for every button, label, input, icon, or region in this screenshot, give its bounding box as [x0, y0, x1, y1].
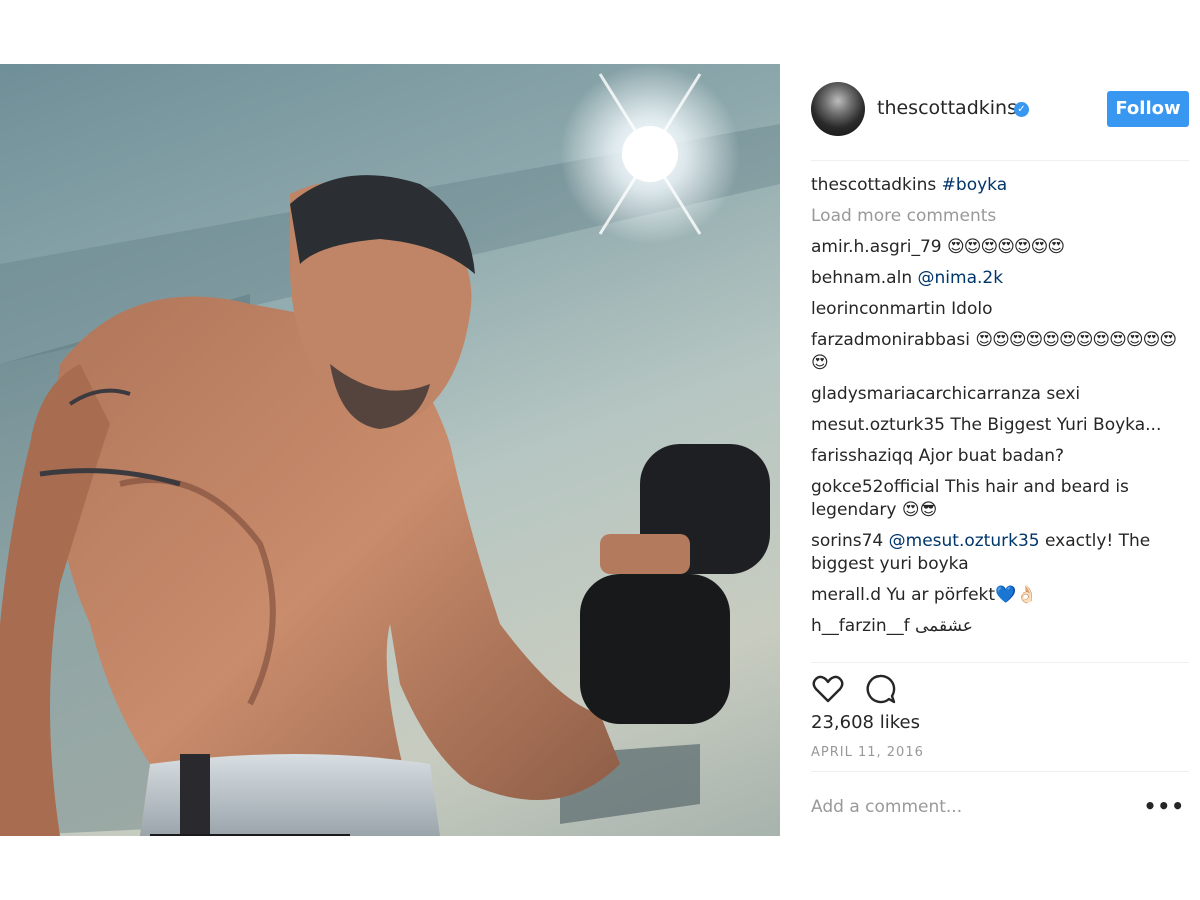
comment-username[interactable]: gokce52official — [811, 477, 940, 497]
comment-username[interactable]: amir.h.asgri_79 — [811, 237, 942, 257]
post-side-panel: thescottadkins ✓ Follow thescottadkins #… — [811, 64, 1189, 836]
more-options-icon[interactable]: ••• — [1144, 794, 1185, 818]
follow-button[interactable]: Follow — [1107, 91, 1189, 127]
comment-text: عشقمی — [914, 616, 973, 636]
post-image[interactable] — [0, 64, 780, 836]
list-item: mesut.ozturk35 The Biggest Yuri Boyka... — [811, 414, 1181, 437]
list-item: sorins74 @mesut.ozturk35 exactly! The bi… — [811, 530, 1181, 576]
comment-text: Idolo — [951, 299, 993, 319]
add-comment-input[interactable] — [811, 795, 1151, 819]
list-item: h__farzin__f عشقمی — [811, 615, 1181, 638]
author-username[interactable]: thescottadkins — [877, 97, 1017, 119]
caption: thescottadkins #boyka — [811, 174, 1181, 197]
comment-text: Yu ar pörfekt💙👌🏻 — [886, 585, 1038, 605]
comment-text: 😍😍😍😍😍😍😍 — [947, 237, 1065, 257]
verified-badge-icon: ✓ — [1014, 102, 1029, 117]
avatar[interactable] — [811, 82, 865, 136]
comment-username[interactable]: farzadmonirabbasi — [811, 330, 970, 350]
list-item: gokce52official This hair and beard is l… — [811, 476, 1181, 522]
list-item: farzadmonirabbasi 😍😍😍😍😍😍😍😍😍😍😍😍😍 — [811, 329, 1181, 375]
comment-bubble-icon[interactable] — [863, 672, 897, 706]
comment-username[interactable]: mesut.ozturk35 — [811, 415, 945, 435]
comment-username[interactable]: merall.d — [811, 585, 881, 605]
comment-mention[interactable]: @mesut.ozturk35 — [889, 531, 1040, 551]
caption-hashtag[interactable]: #boyka — [942, 175, 1007, 195]
comment-text: Ajor buat badan? — [918, 446, 1065, 466]
load-more-comments-link[interactable]: Load more comments — [811, 205, 1181, 228]
list-item: gladysmariacarchicarranza sexi — [811, 383, 1181, 406]
comment-username[interactable]: leorinconmartin — [811, 299, 946, 319]
post-photo-illustration — [0, 64, 780, 836]
header-divider — [811, 160, 1189, 161]
list-item: merall.d Yu ar pörfekt💙👌🏻 — [811, 584, 1181, 607]
list-item: farisshaziqq Ajor buat badan? — [811, 445, 1181, 468]
caption-username[interactable]: thescottadkins — [811, 175, 936, 195]
comment-username[interactable]: farisshaziqq — [811, 446, 913, 466]
comments-list: thescottadkins #boyka Load more comments… — [811, 174, 1181, 660]
list-item: behnam.aln @nima.2k — [811, 267, 1181, 290]
list-item: amir.h.asgri_79 😍😍😍😍😍😍😍 — [811, 236, 1181, 259]
comment-username[interactable]: h__farzin__f — [811, 616, 910, 636]
comment-username[interactable]: behnam.aln — [811, 268, 912, 288]
comment-text: sexi — [1046, 384, 1081, 404]
post-date: APRIL 11, 2016 — [811, 745, 924, 760]
heart-icon[interactable] — [811, 672, 845, 706]
comment-username[interactable]: gladysmariacarchicarranza — [811, 384, 1041, 404]
comment-text: The Biggest Yuri Boyka... — [950, 415, 1162, 435]
post-actions — [811, 672, 1189, 708]
post-header: thescottadkins ✓ Follow — [811, 82, 1189, 142]
comment-mention[interactable]: @nima.2k — [918, 268, 1004, 288]
list-item: leorinconmartin Idolo — [811, 298, 1181, 321]
comments-divider — [811, 662, 1189, 663]
comment-username[interactable]: sorins74 — [811, 531, 883, 551]
date-divider — [811, 771, 1189, 772]
likes-count[interactable]: 23,608 likes — [811, 712, 920, 733]
